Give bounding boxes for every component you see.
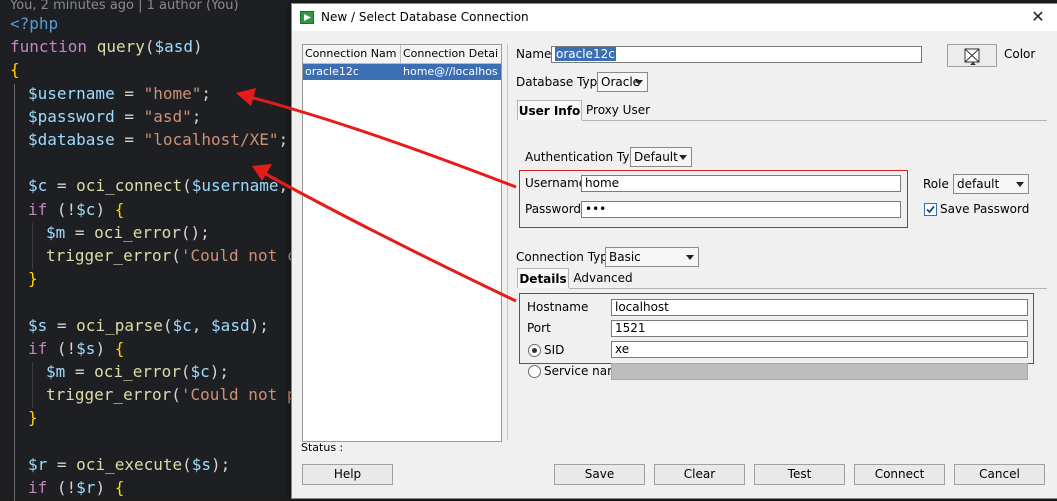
column-header-connection-name[interactable]: Connection Name: [305, 47, 397, 60]
chevron-down-icon: [686, 255, 694, 260]
connection-type-value: Basic: [609, 250, 641, 264]
code-line: if (!$r) {: [28, 478, 125, 497]
connection-row[interactable]: oracle12c home@//localhos...: [303, 64, 501, 80]
code-line: $c = oci_connect($username, $: [28, 176, 307, 196]
code-line: $username = "home";: [28, 83, 212, 103]
code-line: $s = oci_parse($c, $asd);: [28, 315, 269, 335]
service-name-radio[interactable]: [528, 365, 541, 378]
save-password-checkbox[interactable]: [924, 203, 937, 216]
database-type-label: Database Type: [516, 75, 605, 89]
role-label: Role: [923, 177, 949, 191]
code-line: }: [28, 269, 38, 289]
save-password-label: Save Password: [940, 202, 1030, 216]
connection-type-select[interactable]: Basic: [605, 247, 699, 267]
sid-field[interactable]: xe: [611, 341, 1028, 358]
database-connection-dialog: New / Select Database Connection ✕ Conne…: [291, 3, 1057, 499]
tab-details[interactable]: Details: [517, 268, 569, 288]
sid-radio[interactable]: [528, 344, 541, 357]
service-name-field[interactable]: [611, 363, 1028, 380]
git-blame-annotation: You, 2 minutes ago | 1 author (You): [10, 0, 239, 13]
tab-proxy-user[interactable]: Proxy User: [586, 100, 650, 120]
code-line: trigger_error('Could not pa: [46, 385, 307, 405]
dialog-titlebar[interactable]: New / Select Database Connection ✕: [292, 4, 1057, 31]
test-button[interactable]: Test: [754, 464, 845, 485]
hostname-label: Hostname: [527, 300, 589, 314]
connection-name-cell: oracle12c: [305, 65, 359, 78]
connect-button[interactable]: Connect: [854, 464, 945, 485]
tab-advanced[interactable]: Advanced: [573, 268, 633, 288]
username-label: Username: [525, 176, 587, 190]
authentication-type-label: Authentication Type: [525, 150, 645, 164]
connection-details-cell: home@//localhos...: [403, 65, 499, 78]
column-header-connection-details[interactable]: Connection Details: [403, 47, 499, 60]
code-line: <?php: [10, 14, 59, 33]
chevron-down-icon: [679, 155, 687, 160]
code-line: trigger_error('Could not co: [46, 246, 307, 265]
close-icon[interactable]: ✕: [1020, 6, 1056, 28]
cancel-button[interactable]: Cancel: [954, 464, 1045, 485]
authentication-type-value: Default: [634, 150, 678, 164]
authentication-type-select[interactable]: Default: [630, 147, 692, 167]
role-select[interactable]: default: [953, 174, 1029, 194]
code-line: }: [28, 408, 38, 428]
chevron-down-icon: [1016, 182, 1024, 187]
code-line: $r = oci_execute($s);: [28, 454, 231, 474]
connection-list[interactable]: Connection Name Connection Details oracl…: [302, 44, 502, 442]
help-button[interactable]: Help: [302, 464, 393, 485]
panel-splitter[interactable]: [507, 44, 508, 440]
clear-button[interactable]: Clear: [654, 464, 745, 485]
name-value: oracle12c: [555, 47, 616, 61]
name-label: Name: [516, 47, 552, 61]
color-button[interactable]: [947, 44, 997, 67]
status-label: Status :: [301, 441, 344, 454]
code-line: $m = oci_error($c);: [46, 362, 230, 381]
password-label: Password: [525, 202, 582, 216]
database-type-select[interactable]: Oracle: [597, 72, 648, 92]
name-field[interactable]: oracle12c: [551, 46, 922, 63]
connection-list-header: Connection Name Connection Details: [303, 45, 501, 64]
code-line: {: [10, 60, 20, 80]
hostname-field[interactable]: localhost: [611, 299, 1028, 316]
code-line: if (!$c) {: [28, 199, 125, 219]
chevron-down-icon: [635, 80, 643, 85]
color-swatch-icon: [964, 48, 980, 65]
tab-user-info[interactable]: User Info: [517, 100, 582, 120]
database-connection-icon: [300, 11, 314, 24]
role-value: default: [957, 177, 1000, 191]
port-label: Port: [527, 321, 551, 335]
code-line: $database = "localhost/XE";: [28, 130, 289, 149]
code-line: $m = oci_error();: [46, 222, 210, 242]
username-field[interactable]: home: [581, 175, 901, 192]
dialog-title: New / Select Database Connection: [321, 10, 529, 24]
port-field[interactable]: 1521: [611, 320, 1028, 337]
sid-label: SID: [544, 343, 565, 357]
save-button[interactable]: Save: [554, 464, 645, 485]
checkmark-icon: [926, 205, 935, 214]
code-line: if (!$s) {: [28, 338, 125, 358]
code-line: function query($asd): [10, 37, 203, 57]
code-line: $password = "asd";: [28, 106, 202, 126]
color-label: Color: [1004, 47, 1036, 61]
connection-type-label: Connection Type: [516, 250, 616, 264]
password-field[interactable]: •••: [581, 201, 901, 218]
